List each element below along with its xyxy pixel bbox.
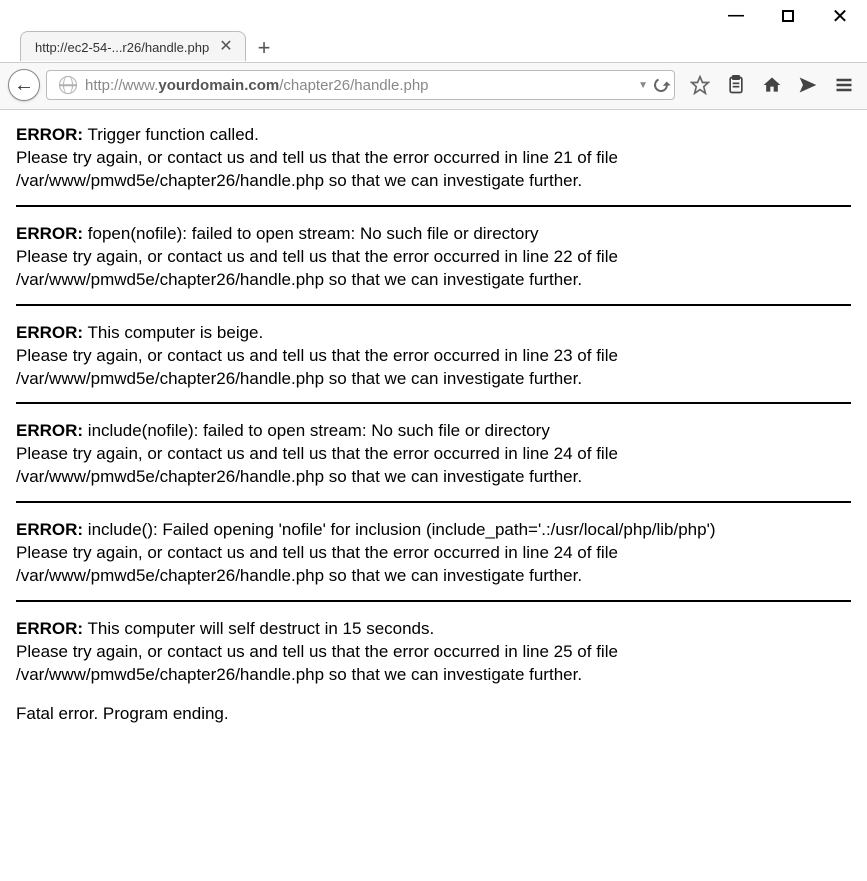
close-tab-icon[interactable]: ✕ [217,39,234,55]
error-message: This computer will self destruct in 15 s… [83,619,434,638]
page-content: ERROR: Trigger function called.Please tr… [0,110,867,740]
fatal-message: Fatal error. Program ending. [16,703,851,726]
maximize-button[interactable] [775,6,801,26]
url-domain: yourdomain.com [158,77,279,94]
close-window-button[interactable]: ✕ [827,6,853,26]
reading-list-icon[interactable] [725,74,747,96]
bookmark-star-icon[interactable] [689,74,711,96]
error-message: include(): Failed opening 'nofile' for i… [83,520,715,539]
error-block: ERROR: include(nofile): failed to open s… [16,420,851,489]
url-text: http://www.yourdomain.com/chapter26/hand… [85,77,630,94]
error-message: Trigger function called. [83,125,259,144]
error-message: fopen(nofile): failed to open stream: No… [83,224,538,243]
url-path: /chapter26/handle.php [279,77,428,94]
separator [16,304,851,306]
error-detail: Please try again, or contact us and tell… [16,542,851,588]
window-controls: — ✕ [0,0,867,30]
globe-icon [59,76,77,94]
error-heading: ERROR: This computer is beige. [16,322,851,345]
error-detail: Please try again, or contact us and tell… [16,345,851,391]
new-tab-button[interactable]: + [246,37,281,61]
error-heading: ERROR: fopen(nofile): failed to open str… [16,223,851,246]
error-label: ERROR: [16,323,83,342]
error-message: This computer is beige. [83,323,263,342]
error-block: ERROR: fopen(nofile): failed to open str… [16,223,851,292]
error-label: ERROR: [16,619,83,638]
url-prefix: http://www. [85,77,158,94]
send-icon[interactable] [797,74,819,96]
separator [16,205,851,207]
separator [16,501,851,503]
separator [16,600,851,602]
error-heading: ERROR: include(nofile): failed to open s… [16,420,851,443]
error-detail: Please try again, or contact us and tell… [16,246,851,292]
error-label: ERROR: [16,224,83,243]
error-block: ERROR: include(): Failed opening 'nofile… [16,519,851,588]
error-detail: Please try again, or contact us and tell… [16,443,851,489]
error-block: ERROR: Trigger function called.Please tr… [16,124,851,193]
tab-bar: http://ec2-54-...r26/handle.php ✕ + [0,30,867,62]
error-block: ERROR: This computer will self destruct … [16,618,851,687]
error-heading: ERROR: Trigger function called. [16,124,851,147]
error-block: ERROR: This computer is beige.Please try… [16,322,851,391]
reload-icon[interactable] [652,76,670,94]
dropdown-icon[interactable]: ▼ [638,80,648,91]
menu-icon[interactable] [833,74,855,96]
url-field[interactable]: http://www.yourdomain.com/chapter26/hand… [46,70,675,100]
back-arrow-icon: ← [14,74,34,97]
error-label: ERROR: [16,520,83,539]
browser-tab[interactable]: http://ec2-54-...r26/handle.php ✕ [20,31,246,61]
url-right-controls: ▼ [638,78,668,92]
home-icon[interactable] [761,74,783,96]
error-label: ERROR: [16,421,83,440]
toolbar-icons [681,74,859,96]
error-heading: ERROR: include(): Failed opening 'nofile… [16,519,851,542]
error-heading: ERROR: This computer will self destruct … [16,618,851,641]
error-detail: Please try again, or contact us and tell… [16,147,851,193]
error-detail: Please try again, or contact us and tell… [16,641,851,687]
navigation-bar: ← http://www.yourdomain.com/chapter26/ha… [0,62,867,110]
error-label: ERROR: [16,125,83,144]
tab-title: http://ec2-54-...r26/handle.php [35,40,209,55]
minimize-button[interactable]: — [723,6,749,26]
error-message: include(nofile): failed to open stream: … [83,421,550,440]
back-button[interactable]: ← [8,69,40,101]
separator [16,402,851,404]
